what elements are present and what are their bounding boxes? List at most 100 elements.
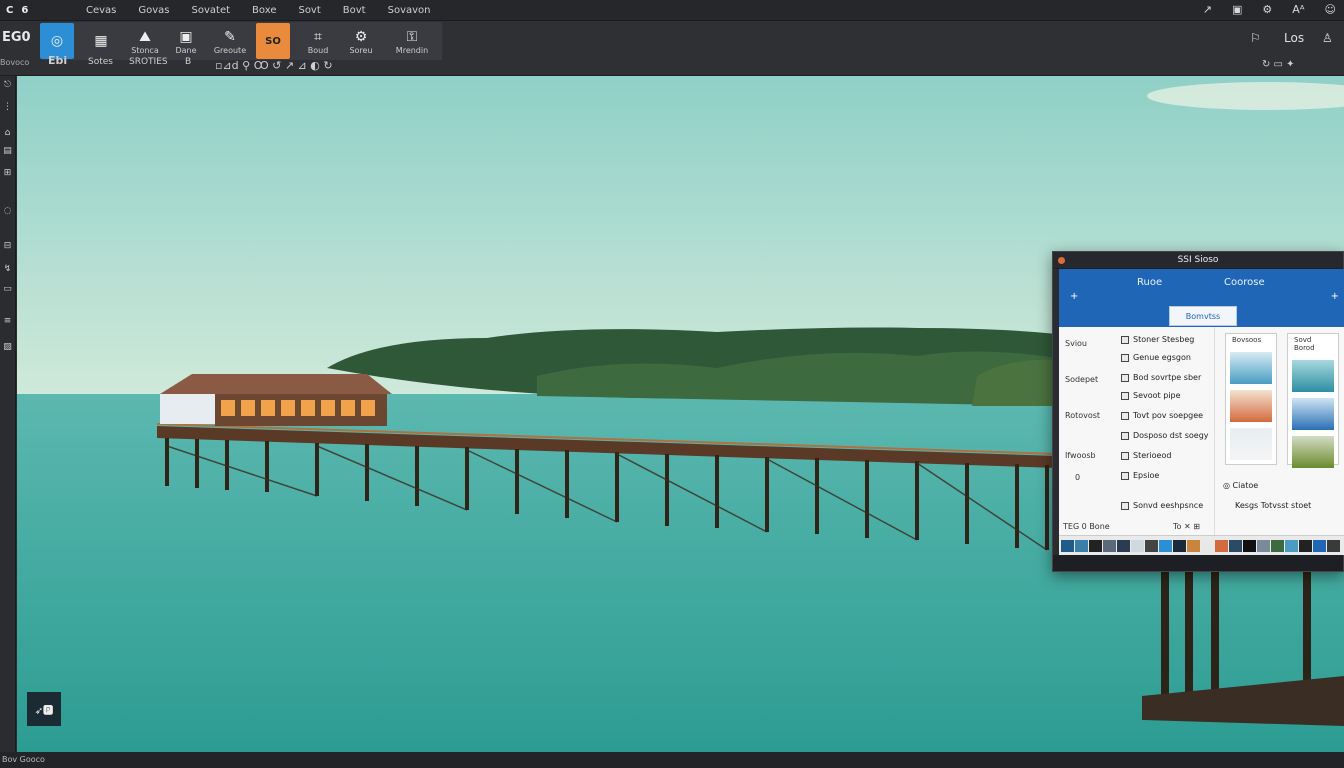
settings-tool-button[interactable]: ⚙ Soreu — [344, 23, 378, 59]
sidebar-tool-8-icon[interactable]: ↯ — [1, 264, 14, 276]
swatch[interactable] — [1187, 539, 1200, 552]
key-tool-button[interactable]: ⚿ Mrendin — [395, 23, 429, 59]
ribbon-right-icon[interactable]: ⚐ — [1250, 31, 1261, 45]
checkbox-icon[interactable] — [1121, 471, 1129, 480]
swatch[interactable] — [1117, 539, 1130, 552]
thumbnail-white[interactable] — [1230, 428, 1272, 460]
option-row[interactable]: Epsioe — [1121, 471, 1159, 480]
swatch[interactable] — [1131, 539, 1144, 552]
thumbnail-lagoon[interactable] — [1292, 360, 1334, 392]
swatch[interactable] — [1243, 539, 1256, 552]
ribbon-right-icons[interactable]: ↻ ▭ ✦ — [1262, 59, 1295, 70]
swatch[interactable] — [1173, 539, 1186, 552]
option-row[interactable]: Tovt pov soepgee — [1121, 411, 1203, 420]
menu-item-6[interactable]: Bovt — [343, 5, 366, 16]
brush-tool-button[interactable]: ✎ Greoute — [213, 23, 247, 59]
doc-icon[interactable]: ▣ — [1232, 3, 1242, 16]
menu-item-5[interactable]: Sovt — [298, 5, 320, 16]
document-tool-button[interactable]: ▣ Dane — [169, 23, 203, 59]
swatch[interactable] — [1145, 539, 1158, 552]
swatch[interactable] — [1313, 539, 1326, 552]
sidebar-tool-3-icon[interactable]: ⌂ — [1, 128, 14, 140]
option-label: Bod sovrtpe sber — [1133, 373, 1202, 382]
footer-label: TEG 0 Bone — [1063, 522, 1110, 531]
checkbox-icon[interactable] — [1121, 391, 1129, 400]
swatch[interactable] — [1327, 539, 1340, 552]
text-icon[interactable]: Aᴬ — [1292, 3, 1304, 16]
checkbox-icon[interactable] — [1121, 501, 1129, 510]
option-row[interactable]: Sterioeod — [1121, 451, 1171, 460]
ribbon-sub-icons[interactable]: ▫⊿d ⚲ Ꝏ ↺ ↗ ⊿ ◐ ↻ — [215, 59, 333, 72]
option-label: Dosposo dst soegy — [1133, 431, 1209, 440]
option-row[interactable]: Sonvd eeshpsnce — [1121, 501, 1203, 510]
crop-tool-button[interactable]: ⌗ Boud — [301, 23, 335, 59]
swatch[interactable] — [1215, 539, 1228, 552]
sidebar-tool-6-icon[interactable]: ◌ — [1, 206, 14, 218]
thumbnail-field[interactable] — [1292, 436, 1334, 468]
option-row[interactable]: Bod sovrtpe sber — [1121, 373, 1201, 382]
sidebar-tool-11-icon[interactable]: ▨ — [1, 342, 14, 354]
checkbox-icon[interactable] — [1121, 353, 1129, 362]
brand-label: Ebi — [48, 54, 68, 67]
swatch[interactable] — [1285, 539, 1298, 552]
checkbox-icon[interactable] — [1121, 411, 1129, 420]
brush-tool-label: Greoute — [213, 45, 247, 55]
swatch[interactable] — [1159, 539, 1172, 552]
person-icon[interactable]: ♙ — [1322, 31, 1333, 45]
sidebar-tool-10-icon[interactable]: ≡ — [1, 316, 14, 328]
option-row[interactable]: Sevoot pipe — [1121, 391, 1181, 400]
menu-item-2[interactable]: Govas — [138, 5, 169, 16]
sidebar-tool-4-icon[interactable]: ▤ — [1, 146, 14, 158]
swatch[interactable] — [1089, 539, 1102, 552]
arrow-icon[interactable]: ↗ — [1203, 3, 1212, 16]
option-row[interactable]: Dosposo dst soegy — [1121, 431, 1209, 440]
sidebar-tool-2-icon[interactable]: ⋮ — [1, 102, 14, 114]
sidebar-tool-5-icon[interactable]: ⊞ — [1, 168, 14, 180]
swatch[interactable] — [1299, 539, 1312, 552]
thumbnail-sunset[interactable] — [1230, 390, 1272, 422]
mountain-tool-button[interactable]: ⛰ Stonca — [128, 23, 162, 59]
swatch[interactable] — [1201, 539, 1214, 552]
selection-detail: Kesgs Totvsst stoet — [1235, 501, 1312, 510]
menu-item-3[interactable]: Sovatet — [192, 5, 231, 16]
option-label: Epsioe — [1133, 471, 1160, 480]
share-icon[interactable]: ⚙ — [1262, 3, 1272, 16]
checkbox-icon[interactable] — [1121, 431, 1129, 440]
swatch[interactable] — [1061, 539, 1074, 552]
add-right-icon[interactable]: + — [1331, 291, 1339, 302]
dialog-titlebar[interactable]: SSI Sioso — [1053, 252, 1343, 268]
checkbox-icon[interactable] — [1121, 335, 1129, 344]
swatch[interactable] — [1103, 539, 1116, 552]
document-icon: ▣ — [179, 28, 193, 45]
logo-glyph-a: C — [6, 4, 14, 16]
menu-item-1[interactable]: Cevas — [86, 5, 116, 16]
option-label: Sevoot pipe — [1133, 391, 1181, 400]
sidebar-tool-9-icon[interactable]: ▭ — [1, 284, 14, 296]
thumbnail-sea[interactable] — [1230, 352, 1272, 384]
swatch[interactable] — [1229, 539, 1242, 552]
menu-item-4[interactable]: Boxe — [252, 5, 276, 16]
checkbox-icon[interactable] — [1121, 373, 1129, 382]
thumbnail-blue[interactable] — [1292, 398, 1334, 430]
menu-item-7[interactable]: Sovavon — [388, 5, 431, 16]
thumbnail-column-2: Sovd Borod — [1287, 333, 1339, 468]
option-row[interactable]: Genue egsgon — [1121, 353, 1191, 362]
close-dot-icon[interactable] — [1058, 257, 1065, 264]
user-icon[interactable]: ☺ — [1325, 3, 1336, 16]
swatch[interactable] — [1271, 539, 1284, 552]
photo-tool-button[interactable]: ▦ — [84, 23, 118, 59]
app-title: EG0 — [2, 30, 31, 45]
swatch[interactable] — [1075, 539, 1088, 552]
canvas-badge[interactable]: ➶🅿 — [27, 692, 61, 726]
checkbox-icon[interactable] — [1121, 451, 1129, 460]
key-tool-label: Mrendin — [395, 45, 429, 55]
add-icon[interactable]: + — [1070, 291, 1078, 302]
highlight-tool-button[interactable]: SO — [256, 23, 290, 59]
sidebar-tool-1-icon[interactable]: ⎋ — [1, 80, 14, 92]
thumbnail-column-1: Bovsoos — [1225, 333, 1277, 465]
ribbon-label-3: B — [185, 57, 192, 67]
swatch[interactable] — [1257, 539, 1270, 552]
option-row[interactable]: Stoner Stesbeg — [1121, 335, 1194, 344]
dialog-primary-button[interactable]: Bomvtss — [1169, 306, 1237, 326]
sidebar-tool-7-icon[interactable]: ⊟ — [1, 241, 14, 253]
